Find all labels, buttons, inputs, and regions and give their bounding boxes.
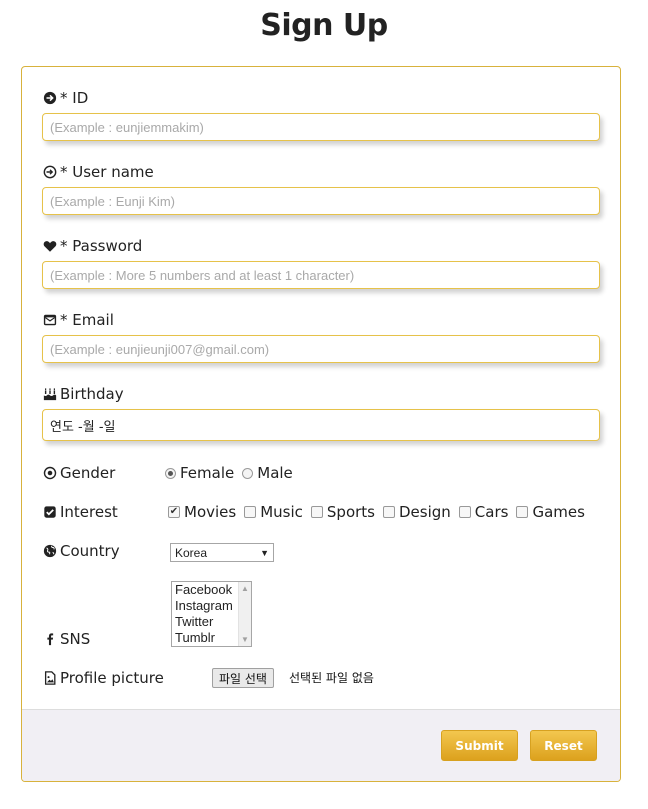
birthday-label: Birthday: [42, 385, 124, 403]
reset-button[interactable]: Reset: [530, 730, 597, 761]
username-input[interactable]: [42, 187, 600, 215]
interest-label: Interest: [42, 503, 118, 521]
password-input[interactable]: [42, 261, 600, 289]
submit-button[interactable]: Submit: [441, 730, 518, 761]
checkbox-movies[interactable]: ✔: [168, 506, 180, 518]
birthday-cake-icon: [42, 387, 57, 402]
checkbox-design[interactable]: [383, 506, 395, 518]
gender-option-female[interactable]: Female: [165, 464, 234, 482]
checkbox-music[interactable]: [244, 506, 257, 518]
country-label: Country: [42, 542, 120, 560]
profile-picture-label: Profile picture: [42, 669, 164, 687]
globe-icon: [42, 544, 57, 559]
interest-options: ✔ Movies Music Sports Design Cars Games: [168, 503, 593, 521]
interest-option-music[interactable]: Music: [244, 503, 303, 521]
email-label: * Email: [42, 311, 114, 329]
username-label: * User name: [42, 163, 154, 181]
checkbox-games[interactable]: [516, 506, 529, 518]
signup-form: * ID * User name * Password * Email Birt…: [21, 66, 621, 782]
sns-label: SNS: [42, 630, 90, 648]
radio-male[interactable]: [242, 467, 254, 479]
id-label: * ID: [42, 89, 88, 107]
interest-option-games[interactable]: Games: [516, 503, 585, 521]
dot-circle-icon: [42, 466, 57, 481]
interest-option-design[interactable]: Design: [383, 503, 451, 521]
checkbox-sports[interactable]: [310, 506, 323, 518]
interest-option-sports[interactable]: Sports: [310, 503, 375, 521]
scroll-up-icon[interactable]: ▲: [241, 584, 249, 593]
sns-listbox-scrollbar[interactable]: ▲ ▼: [238, 582, 251, 646]
file-status-text: 선택된 파일 없음: [289, 671, 374, 685]
check-square-icon: [42, 505, 57, 520]
checkbox-cars[interactable]: [458, 506, 471, 518]
radio-female[interactable]: [165, 467, 176, 479]
circle-arrow-right-icon: [42, 91, 57, 106]
id-input[interactable]: [42, 113, 600, 141]
scroll-down-icon[interactable]: ▼: [241, 635, 249, 644]
gender-label: Gender: [42, 464, 115, 482]
facebook-icon: [42, 632, 57, 647]
envelope-icon: [42, 313, 57, 328]
sns-listbox[interactable]: Facebook Instagram Twitter Tumblr ▲ ▼: [171, 581, 252, 647]
file-image-icon: [42, 671, 57, 686]
birthday-date-input[interactable]: 연도 -월 -일: [42, 409, 600, 441]
heart-icon: [42, 239, 57, 254]
password-label: * Password: [42, 237, 142, 255]
gender-options: Female Male: [165, 464, 301, 482]
interest-option-cars[interactable]: Cars: [458, 503, 508, 521]
gender-option-male[interactable]: Male: [242, 464, 293, 482]
dropdown-arrow-icon: ▼: [260, 547, 269, 558]
page-title: Sign Up: [260, 8, 388, 43]
email-input[interactable]: [42, 335, 600, 363]
circle-arrow-login-icon: [42, 165, 57, 180]
country-select[interactable]: Korea ▼: [170, 543, 274, 562]
interest-option-movies[interactable]: ✔ Movies: [168, 503, 236, 521]
file-select-button[interactable]: 파일 선택: [212, 668, 274, 688]
